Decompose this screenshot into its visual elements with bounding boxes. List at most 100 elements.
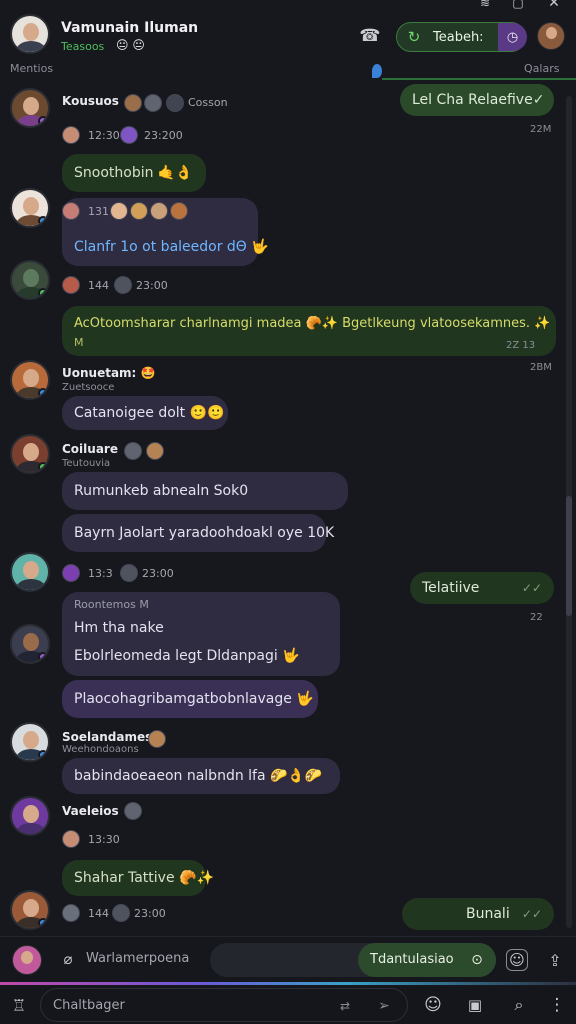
mini-avatar (130, 202, 148, 220)
message-meta: 144 (88, 279, 109, 292)
outgoing-text: Telatiive (422, 580, 480, 596)
emoji-icon[interactable]: ☺ (422, 994, 444, 1016)
avatar[interactable] (10, 188, 50, 228)
mini-avatar (62, 564, 80, 582)
timer-icon: ◷ (498, 23, 527, 51)
right-caption: Qalars (524, 62, 560, 75)
avatar[interactable] (10, 360, 50, 400)
left-caption: Mentios (10, 62, 54, 75)
message-bubble[interactable]: Bayrn Jaolart yaradoohdoakl oye 10K (62, 514, 334, 552)
message-bubble[interactable]: Snoothobin 🤙👌 (62, 154, 206, 192)
mini-avatar (170, 202, 188, 220)
sender-extra: Cosson (188, 96, 228, 109)
message-meta: 23:00 (136, 279, 168, 292)
attach-icon[interactable]: ⌀ (58, 949, 78, 969)
cup-icon[interactable]: ♖ (8, 994, 30, 1016)
share-icon[interactable]: ⇪ (544, 949, 566, 971)
message-time: 2BM (530, 362, 552, 373)
gallery-icon[interactable]: ▣ (464, 994, 486, 1016)
message-meta: 131 (88, 205, 109, 218)
search-icon[interactable]: ⌕ (508, 994, 530, 1016)
bottom-bar: ♖ Chaltbager ⇄ ➢ ☺ ▣ ⌕ ⋮ (0, 986, 576, 1024)
outgoing-bubble[interactable]: Lel Cha Relaefive ✓ (400, 84, 554, 116)
message-meta: 13:3 (88, 567, 113, 580)
restore-window-icon[interactable]: ▢ (510, 0, 526, 10)
message-input[interactable]: Warlamerpoena (86, 951, 189, 966)
pin-icon (372, 64, 382, 78)
avatar[interactable] (10, 890, 50, 930)
mini-avatar (148, 730, 166, 748)
message-bubble[interactable]: Rumunkeb abnealn Sok0 (62, 472, 348, 510)
user-avatar[interactable] (537, 22, 565, 50)
contact-status: Teasoos (61, 40, 105, 53)
mini-avatar (112, 904, 130, 922)
mini-avatar (120, 126, 138, 144)
message-bubble[interactable]: babindaoeaeon nalbndn lfa 🌮👌🌮 (62, 758, 340, 794)
avatar[interactable] (10, 88, 50, 128)
message-meta: 13:30 (88, 833, 120, 846)
sender-name: Coiluare (62, 442, 118, 456)
mini-avatar (124, 442, 142, 460)
avatar[interactable] (10, 624, 50, 664)
check-icon: ✓ (532, 92, 545, 108)
phone-icon[interactable]: ☎ (358, 24, 382, 48)
divider (382, 78, 576, 80)
avatar[interactable] (10, 434, 50, 474)
mini-avatar (62, 126, 80, 144)
send-icon[interactable]: ➢ (375, 997, 393, 1015)
outgoing-text: Bunali (466, 906, 510, 922)
mini-avatar (62, 830, 80, 848)
mini-avatar (62, 276, 80, 294)
avatar[interactable] (10, 796, 50, 836)
mini-avatar (146, 442, 164, 460)
contact-avatar[interactable] (10, 14, 50, 54)
refresh-icon: ↻ (407, 28, 421, 46)
scrollbar[interactable] (566, 96, 572, 928)
avatar[interactable] (10, 722, 50, 762)
outgoing-bubble[interactable]: Telatiive ✓✓ (410, 572, 554, 604)
message-text: Clanfr 1o ot baleedor dΘ 🤟 (74, 239, 269, 255)
scrollbar-thumb[interactable] (566, 496, 572, 616)
message-bubble[interactable]: Plaocohagribamgatbobnlavage 🤟 (62, 680, 318, 718)
sender-name: Uonuetam: 🤩 (62, 366, 156, 380)
arrows-icon[interactable]: ⇄ (337, 997, 353, 1015)
record-icon[interactable]: ⊙ (468, 951, 486, 969)
message-bubble[interactable]: Catanoigee dolt 🙂🙂 (62, 396, 228, 430)
message-time: 22 (530, 612, 543, 623)
message-time: 22M (530, 124, 552, 135)
composer-avatar[interactable] (12, 945, 42, 975)
status-emoji: 😐 😐 (116, 38, 145, 52)
avatar[interactable] (10, 260, 50, 300)
message-bubble[interactable]: Shahar Tattive 🥐✨ (62, 860, 214, 896)
message-meta: 23:00 (142, 567, 174, 580)
input-pill[interactable]: Tdantulasiao ⊙ (210, 943, 496, 977)
mini-avatar (150, 202, 168, 220)
more-icon[interactable]: ⋮ (546, 994, 568, 1016)
close-icon[interactable]: ✕ (546, 0, 562, 11)
sticker-icon[interactable]: ☺ (506, 949, 528, 971)
message-text: Ebolrleomeda legt Dldanpagi 🤟 (74, 648, 300, 664)
footer-input[interactable]: Chaltbager ⇄ ➢ (40, 988, 408, 1022)
message-header: Roontemos M (74, 598, 149, 611)
mini-avatar (120, 564, 138, 582)
message-text: M (74, 336, 84, 349)
message-meta: 12:30 (88, 129, 120, 142)
mini-avatar (124, 94, 142, 112)
outgoing-bubble[interactable]: Bunali ✓✓ (402, 898, 554, 930)
footer-placeholder: Chaltbager (53, 998, 125, 1013)
accent-divider (0, 982, 576, 985)
contact-name: Vamunain Iluman (61, 20, 199, 36)
message-meta: 23:200 (144, 129, 183, 142)
wifi-icon: ≋ (479, 0, 491, 10)
message-time: 2Z 13 (506, 340, 536, 351)
sender-sub: Zuetsooce (62, 382, 115, 393)
pill-label: Tdantulasiao (370, 952, 454, 967)
mini-avatar (144, 94, 162, 112)
message-meta: 144 (88, 907, 109, 920)
avatar[interactable] (10, 552, 50, 592)
double-check-icon: ✓✓ (521, 907, 542, 921)
message-bubble[interactable] (62, 306, 556, 356)
composer: ⌀ Warlamerpoena Tdantulasiao ⊙ ☺ ⇪ (0, 936, 576, 984)
double-check-icon: ✓✓ (521, 581, 542, 595)
action-pill[interactable]: ↻ Teabeh: ◷ (396, 22, 527, 52)
